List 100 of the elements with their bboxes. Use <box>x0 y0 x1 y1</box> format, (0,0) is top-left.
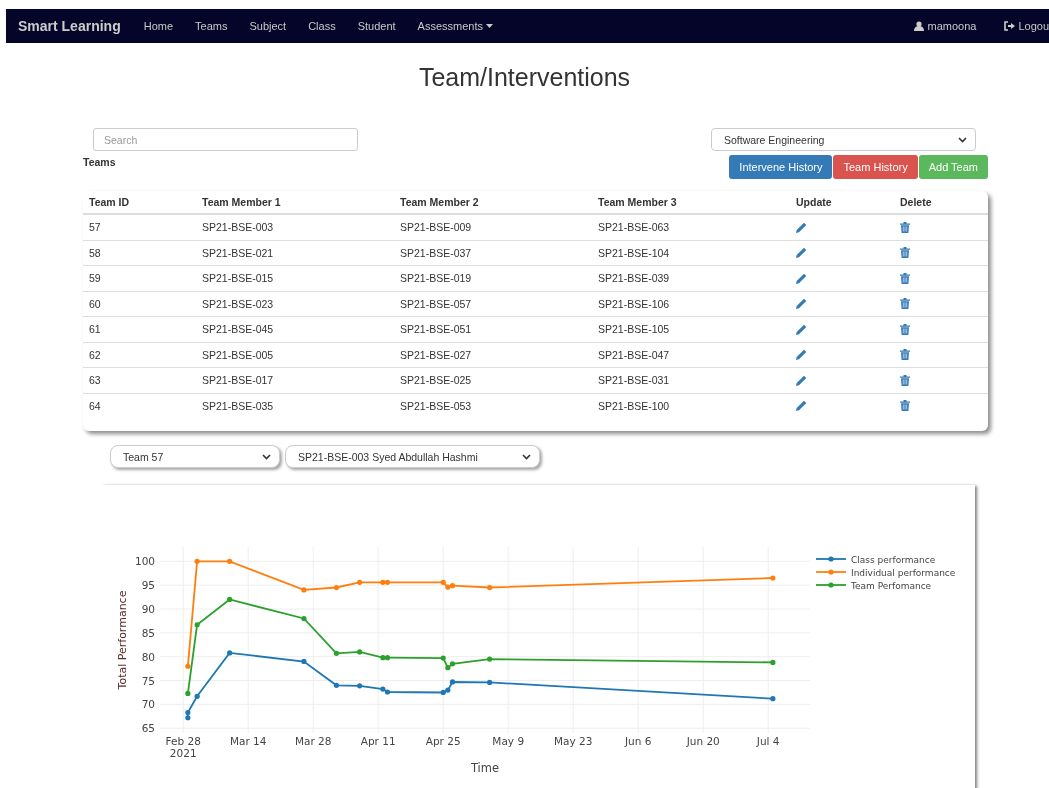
legend-label: Team Perfomance <box>851 580 932 591</box>
table-cell: SP21-BSE-027 <box>394 342 592 368</box>
table-cell: SP21-BSE-051 <box>394 316 592 342</box>
table-cell: SP21-BSE-017 <box>196 367 394 393</box>
student-select[interactable]: SP21-BSE-003 Syed Abdullah Hashmi <box>285 445 540 468</box>
delete-icon[interactable] <box>900 374 910 386</box>
y-tick-label: 70 <box>141 698 155 711</box>
table-cell: SP21-BSE-106 <box>592 291 790 317</box>
table-cell: 60 <box>83 291 196 317</box>
y-tick-label: 85 <box>141 626 155 639</box>
table-cell: SP21-BSE-021 <box>196 240 394 266</box>
nav-dropdown[interactable]: Assessments <box>406 20 504 32</box>
table-cell: SP21-BSE-057 <box>394 291 592 317</box>
nav-link[interactable]: Teams <box>184 20 239 32</box>
column-header: Team Member 1 <box>196 191 394 214</box>
legend-swatch <box>815 556 847 562</box>
edit-icon[interactable] <box>796 298 807 310</box>
table-cell: SP21-BSE-105 <box>592 316 790 342</box>
subject-select[interactable]: Software Engineering <box>711 128 976 151</box>
table-cell: 59 <box>83 265 196 291</box>
column-header: Team ID <box>83 191 196 214</box>
column-header: Update <box>790 191 894 214</box>
nav-link[interactable]: Subject <box>238 20 298 32</box>
section-label: Teams <box>83 156 116 168</box>
table-cell: SP21-BSE-053 <box>394 393 592 418</box>
table-cell: 62 <box>83 342 196 368</box>
delete-icon[interactable] <box>900 298 910 310</box>
action-button[interactable]: Team History <box>833 155 918 179</box>
delete-icon[interactable] <box>900 221 910 233</box>
team-select[interactable]: Team 57 <box>110 445 280 468</box>
edit-icon[interactable] <box>796 349 807 361</box>
x-tick-label: Apr 25 <box>425 735 461 747</box>
table-cell: SP21-BSE-005 <box>196 342 394 368</box>
delete-icon[interactable] <box>900 400 910 412</box>
table-cell: SP21-BSE-045 <box>196 316 394 342</box>
edit-icon[interactable] <box>796 221 807 233</box>
y-tick-label: 100 <box>134 555 155 568</box>
table-cell: SP21-BSE-037 <box>394 240 592 266</box>
column-header: Team Member 3 <box>592 191 790 214</box>
chevron-icon <box>958 136 967 143</box>
table-cell: SP21-BSE-047 <box>592 342 790 368</box>
edit-icon[interactable] <box>796 323 807 335</box>
x-tick-label: Jun 20 <box>686 735 720 747</box>
table-cell: SP21-BSE-063 <box>592 214 790 240</box>
legend-swatch <box>815 582 847 588</box>
x-tick-label: Mar 28 <box>294 735 332 747</box>
y-tick-label: 90 <box>141 603 155 615</box>
chevron-icon <box>262 453 271 460</box>
x-tick-label: Apr 11 <box>360 735 396 747</box>
x-tick-label: May 23 <box>554 735 593 747</box>
nav-link[interactable]: Student <box>346 20 407 32</box>
delete-icon[interactable] <box>900 247 910 259</box>
table-cell: SP21-BSE-025 <box>394 367 592 393</box>
caret-icon <box>486 24 493 28</box>
table-cell: SP21-BSE-104 <box>592 240 790 266</box>
brand-link[interactable]: Smart Learning <box>18 18 121 34</box>
y-tick-label: 95 <box>141 579 155 592</box>
user-link[interactable]: mamoona <box>903 20 988 32</box>
chevron-icon <box>522 453 531 460</box>
table-cell: SP21-BSE-100 <box>592 393 790 418</box>
y-tick-label: 80 <box>141 650 155 663</box>
table-cell: SP21-BSE-009 <box>394 214 592 240</box>
edit-icon[interactable] <box>796 247 807 259</box>
table-cell: SP21-BSE-023 <box>196 291 394 317</box>
legend-label: Individual performance <box>851 567 956 578</box>
edit-icon[interactable] <box>796 400 807 412</box>
page-title: Team/Interventions <box>417 62 632 93</box>
table-cell: 58 <box>83 240 196 266</box>
delete-icon[interactable] <box>900 272 910 284</box>
search-field[interactable]: Search <box>93 128 358 151</box>
nav-link[interactable]: Home <box>132 20 185 32</box>
nav-link[interactable]: Class <box>297 20 347 32</box>
x-axis-title: Time <box>470 761 500 775</box>
action-button[interactable]: Intervene History <box>729 155 833 179</box>
column-header: Delete <box>894 191 988 214</box>
table-cell: 64 <box>83 393 196 418</box>
table-cell: SP21-BSE-035 <box>196 393 394 418</box>
table-cell: 63 <box>83 367 196 393</box>
table-cell: 61 <box>83 316 196 342</box>
legend-swatch <box>815 569 847 575</box>
table-cell: SP21-BSE-039 <box>592 265 790 291</box>
table-cell: SP21-BSE-015 <box>196 265 394 291</box>
legend-label: Class performance <box>851 554 936 565</box>
y-axis-title: Total Performance <box>116 590 129 690</box>
x-tick-label: Jul 4 <box>756 735 780 747</box>
y-tick-label: 75 <box>141 674 155 687</box>
x-tick-label: Feb 28 2021 <box>165 735 201 759</box>
delete-icon[interactable] <box>900 349 910 361</box>
table-cell: 57 <box>83 214 196 240</box>
x-tick-label: Jun 6 <box>625 735 652 747</box>
edit-icon[interactable] <box>796 272 807 284</box>
x-tick-label: Mar 14 <box>229 735 267 747</box>
edit-icon[interactable] <box>796 374 807 386</box>
y-tick-label: 65 <box>141 722 155 735</box>
column-header: Team Member 2 <box>394 191 592 214</box>
table-cell: SP21-BSE-003 <box>196 214 394 240</box>
delete-icon[interactable] <box>900 323 910 335</box>
logout-link[interactable]: Logou <box>993 20 1049 32</box>
x-tick-label: May 9 <box>492 735 525 747</box>
table-cell: SP21-BSE-031 <box>592 367 790 393</box>
